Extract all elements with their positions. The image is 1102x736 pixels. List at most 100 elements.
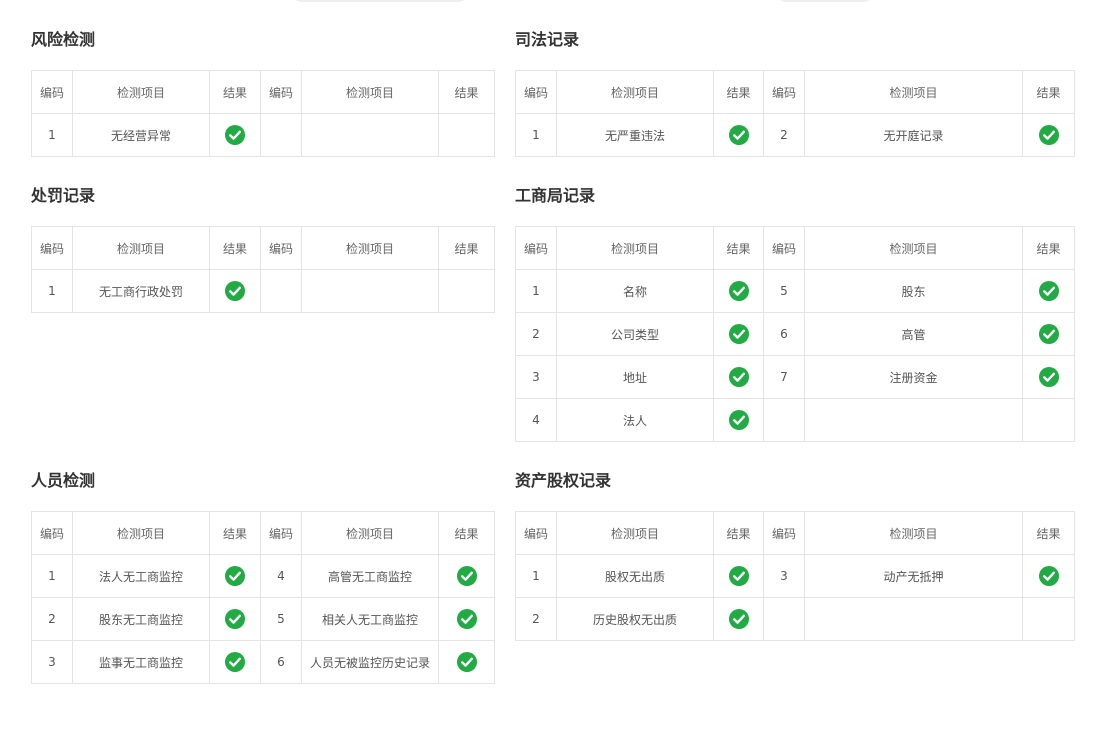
item-code: 3 [515, 355, 557, 399]
header-code: 编码 [260, 70, 302, 114]
table-row: 3 监事无工商监控 6 人员无被监控历史记录 [31, 640, 495, 684]
table-header-row: 编码 检测项目 结果 编码 检测项目 结果 [31, 70, 495, 114]
header-item: 检测项目 [301, 511, 439, 555]
item-result [713, 597, 764, 641]
check-circle-icon [728, 410, 749, 430]
table-row: 1 名称 5 股东 [515, 269, 1075, 313]
section-title: 处罚记录 [31, 186, 96, 205]
header-item: 检测项目 [804, 226, 1023, 270]
check-circle-icon [456, 609, 477, 629]
check-circle-icon [728, 125, 749, 145]
section-equity-records: 资产股权记录 编码 检测项目 结果 编码 检测项目 结果 1 股权无出质 3 动产无抵押 2 历史股权无… [515, 471, 1075, 641]
table-row: 3 地址 7 注册资金 [515, 355, 1075, 399]
table-row: 1 无工商行政处罚 [31, 269, 495, 313]
item-name: 股权无出质 [556, 554, 714, 598]
item-result [209, 597, 261, 641]
check-circle-icon [225, 652, 245, 672]
item-result [1022, 269, 1075, 313]
item-code: 4 [515, 398, 557, 442]
check-circle-icon [728, 566, 749, 586]
header-result: 结果 [713, 511, 764, 555]
item-code: 1 [515, 269, 557, 313]
empty-cell [1022, 398, 1075, 442]
item-result [713, 554, 764, 598]
check-circle-icon [728, 281, 749, 301]
item-name: 无开庭记录 [804, 113, 1023, 157]
header-code: 编码 [31, 511, 73, 555]
header-result: 结果 [713, 226, 764, 270]
header-result: 结果 [1022, 511, 1075, 555]
item-code: 1 [31, 269, 73, 313]
item-name: 地址 [556, 355, 714, 399]
item-code: 6 [763, 312, 805, 356]
section-business-records: 工商局记录 编码 检测项目 结果 编码 检测项目 结果 1 名称 5 股东 2 公司类型 6 高管 3 地址 7 注… [515, 186, 1075, 442]
item-result [713, 355, 764, 399]
item-result [209, 269, 261, 313]
check-circle-icon [225, 125, 245, 145]
header-item: 检测项目 [301, 226, 439, 270]
empty-cell [438, 269, 495, 313]
header-code: 编码 [763, 511, 805, 555]
check-circle-icon [456, 652, 477, 672]
item-result [438, 554, 495, 598]
item-code: 2 [763, 113, 805, 157]
check-circle-icon [1038, 125, 1059, 145]
section-judicial-records: 司法记录 编码 检测项目 结果 编码 检测项目 结果 1 无严重违法 2 无开庭记录 [515, 30, 1075, 157]
check-table: 编码 检测项目 结果 编码 检测项目 结果 1 无工商行政处罚 [31, 226, 495, 313]
check-table: 编码 检测项目 结果 编码 检测项目 结果 1 无经营异常 [31, 70, 495, 157]
section-title: 人员检测 [31, 471, 96, 490]
check-table: 编码 检测项目 结果 编码 检测项目 结果 1 法人无工商监控 4 高管无工商监控 2 股东无工商监控… [31, 511, 495, 684]
section-personnel-detection: 人员检测 编码 检测项目 结果 编码 检测项目 结果 1 法人无工商监控 4 高管无工商监控 2 股东无… [31, 471, 495, 684]
check-circle-icon [728, 609, 749, 629]
item-code: 1 [31, 554, 73, 598]
table-row: 1 无严重违法 2 无开庭记录 [515, 113, 1075, 157]
item-code: 6 [260, 640, 302, 684]
item-result [209, 640, 261, 684]
header-result: 结果 [438, 226, 495, 270]
header-item: 检测项目 [556, 70, 714, 114]
item-result [209, 113, 261, 157]
header-item: 检测项目 [556, 511, 714, 555]
section-penalty-records: 处罚记录 编码 检测项目 结果 编码 检测项目 结果 1 无工商行政处罚 [31, 186, 495, 313]
empty-cell [260, 113, 302, 157]
empty-cell [763, 398, 805, 442]
item-name: 高管 [804, 312, 1023, 356]
item-code: 1 [515, 554, 557, 598]
item-name: 监事无工商监控 [72, 640, 210, 684]
item-name: 公司类型 [556, 312, 714, 356]
table-header-row: 编码 检测项目 结果 编码 检测项目 结果 [515, 511, 1075, 555]
item-result [713, 398, 764, 442]
item-name: 法人无工商监控 [72, 554, 210, 598]
table-row: 2 股东无工商监控 5 相关人无工商监控 [31, 597, 495, 641]
header-code: 编码 [763, 226, 805, 270]
table-header-row: 编码 检测项目 结果 编码 检测项目 结果 [515, 226, 1075, 270]
item-code: 3 [31, 640, 73, 684]
header-result: 结果 [713, 70, 764, 114]
header-result: 结果 [1022, 226, 1075, 270]
table-row: 2 公司类型 6 高管 [515, 312, 1075, 356]
header-code: 编码 [515, 226, 557, 270]
header-code: 编码 [260, 226, 302, 270]
check-circle-icon [225, 566, 245, 586]
item-result [1022, 312, 1075, 356]
table-row: 1 股权无出质 3 动产无抵押 [515, 554, 1075, 598]
check-circle-icon [1038, 281, 1059, 301]
table-header-row: 编码 检测项目 结果 编码 检测项目 结果 [515, 70, 1075, 114]
check-circle-icon [456, 566, 477, 586]
section-title: 资产股权记录 [515, 471, 612, 490]
item-name: 无严重违法 [556, 113, 714, 157]
item-name: 股东 [804, 269, 1023, 313]
item-code: 2 [515, 312, 557, 356]
empty-cell [260, 269, 302, 313]
check-circle-icon [728, 324, 749, 344]
header-item: 检测项目 [301, 70, 439, 114]
item-code: 4 [260, 554, 302, 598]
section-title: 风险检测 [31, 30, 96, 49]
item-code: 7 [763, 355, 805, 399]
top-decoration-right [780, 0, 870, 2]
item-result [1022, 113, 1075, 157]
check-circle-icon [225, 609, 245, 629]
item-name: 名称 [556, 269, 714, 313]
empty-cell [804, 597, 1023, 641]
item-name: 历史股权无出质 [556, 597, 714, 641]
